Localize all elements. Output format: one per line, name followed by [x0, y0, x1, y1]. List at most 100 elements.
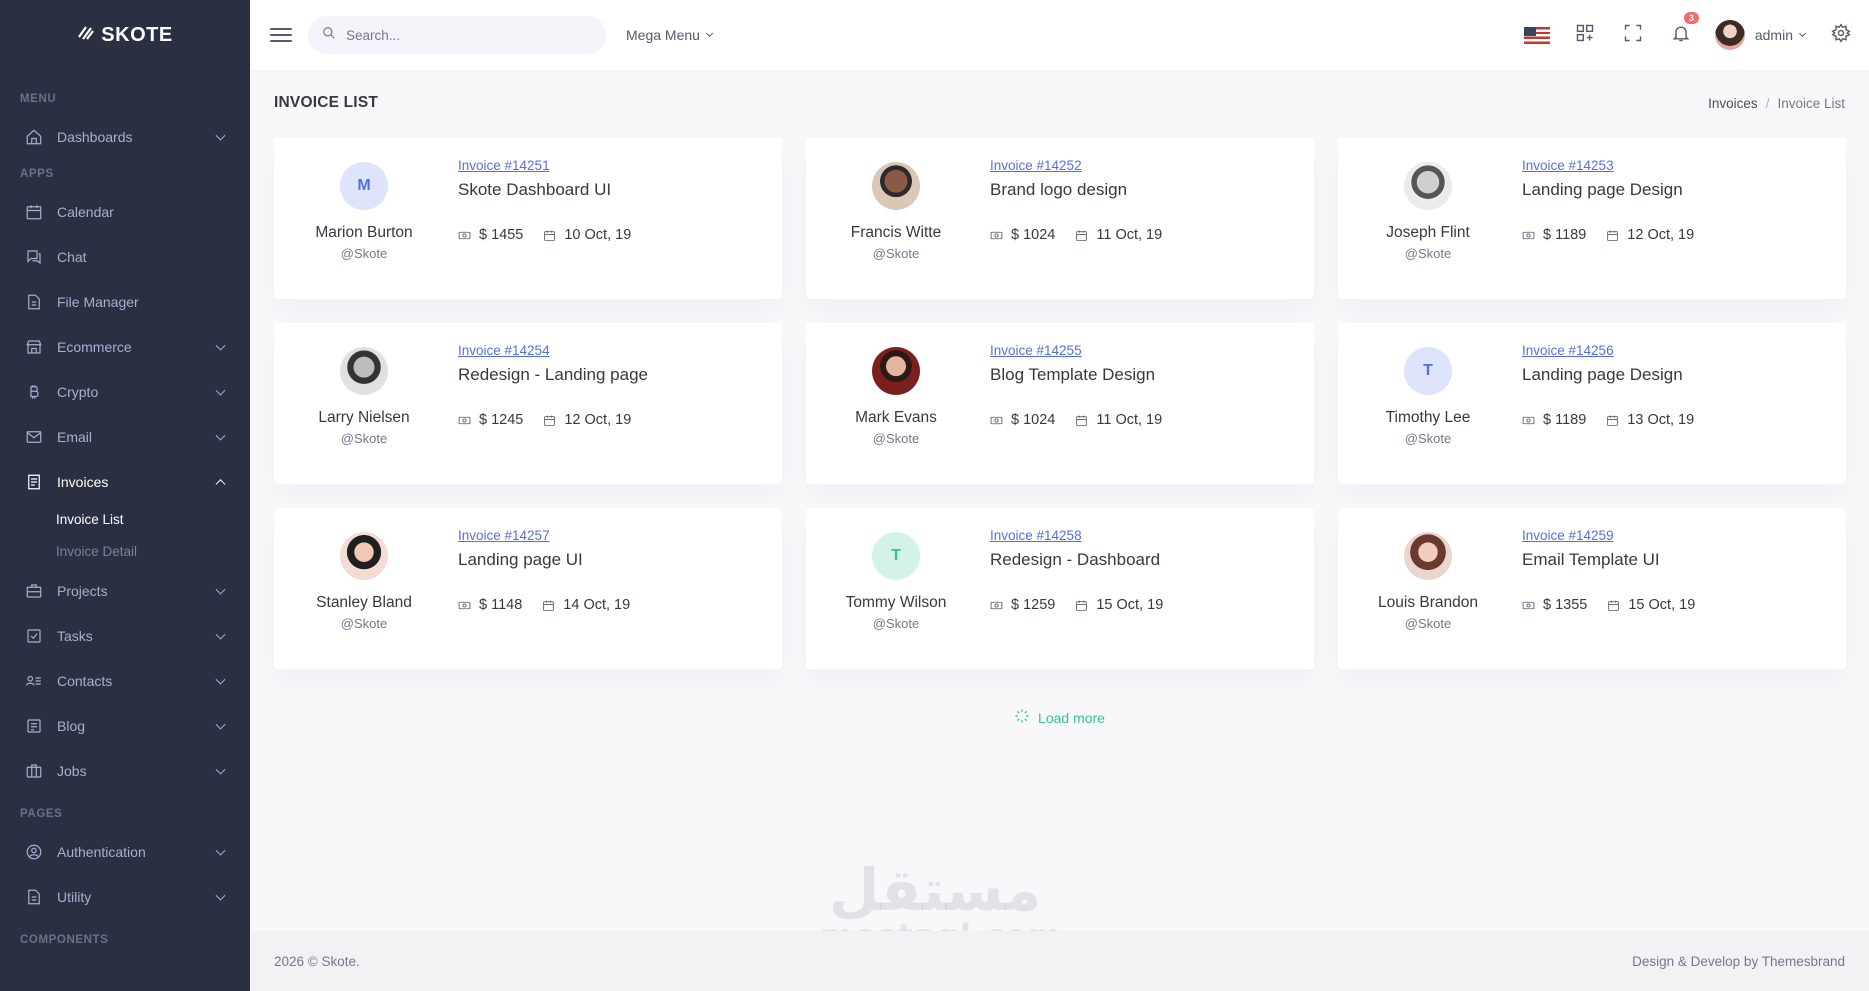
file-text-icon — [25, 888, 43, 906]
invoice-title: Blog Template Design — [990, 365, 1156, 384]
invoice-title: Landing page Design — [1522, 180, 1683, 199]
invoice-date: 12 Oct, 19 — [1627, 227, 1695, 243]
invoice-title: Email Template UI — [1522, 550, 1660, 569]
chevron-down-icon — [215, 845, 226, 856]
sidebar-item-invoices[interactable]: Invoices — [0, 459, 250, 504]
user-dropdown[interactable]: admin — [1705, 0, 1819, 70]
breadcrumb-invoices[interactable]: Invoices — [1708, 96, 1758, 111]
invoice-amount: $ 1189 — [1543, 227, 1587, 243]
client-name: Mark Evans — [855, 409, 937, 426]
sidebar-subitem-invoice-list[interactable]: Invoice List — [0, 504, 250, 536]
sidebar-item-jobs[interactable]: Jobs — [0, 748, 250, 793]
invoice-amount: $ 1189 — [1543, 412, 1587, 428]
blog-icon — [25, 717, 43, 735]
invoice-link[interactable]: Invoice #14257 — [458, 528, 650, 543]
invoice-card: Mark Evans @Skote Invoice #14255 Blog Te… — [806, 323, 1314, 484]
client-handle: @Skote — [872, 616, 920, 631]
language-button[interactable] — [1513, 0, 1561, 70]
invoice-amount: $ 1245 — [479, 412, 524, 428]
sidebar-item-utility[interactable]: Utility — [0, 874, 250, 919]
invoice-card: T Tommy Wilson @Skote Invoice #14258 Red… — [806, 508, 1314, 669]
invoice-date: 13 Oct, 19 — [1627, 412, 1695, 428]
sidebar-item-projects[interactable]: Projects — [0, 568, 250, 613]
sidebar-item-label: File Manager — [57, 293, 139, 310]
sidebar-item-ecommerce[interactable]: Ecommerce — [0, 324, 250, 369]
money-icon — [1522, 229, 1535, 242]
invoice-link[interactable]: Invoice #14259 — [1522, 528, 1715, 543]
sidebar-item-label: Email — [57, 428, 93, 445]
chevron-down-icon — [215, 430, 226, 441]
invoice-amount: $ 1355 — [1543, 597, 1588, 613]
sidebar: SKOTE MENU Dashboards APPS Calendar Chat… — [0, 0, 250, 991]
invoice-link[interactable]: Invoice #14252 — [990, 158, 1182, 173]
sidebar-item-label: Dashboards — [57, 128, 133, 145]
chevron-down-icon — [705, 29, 713, 38]
invoice-link[interactable]: Invoice #14255 — [990, 343, 1182, 358]
calendar-icon — [1606, 229, 1619, 242]
sidebar-item-blog[interactable]: Blog — [0, 703, 250, 748]
invoice-link[interactable]: Invoice #14251 — [458, 158, 651, 173]
calendar-icon — [1606, 414, 1619, 427]
invoice-amount: $ 1024 — [1011, 412, 1056, 428]
invoice-card: T Timothy Lee @Skote Invoice #14256 Land… — [1338, 323, 1846, 484]
bell-icon — [1671, 23, 1691, 48]
money-icon — [990, 599, 1003, 612]
invoice-title: Brand logo design — [990, 180, 1128, 199]
notification-badge: 3 — [1683, 12, 1699, 24]
avatar — [340, 532, 388, 580]
search-input[interactable] — [346, 27, 586, 43]
calendar-icon — [542, 599, 555, 612]
invoice-date: 15 Oct, 19 — [1096, 597, 1164, 613]
sidebar-subitem-invoice-detail[interactable]: Invoice Detail — [0, 536, 250, 568]
sidebar-item-authentication[interactable]: Authentication — [0, 829, 250, 874]
invoice-card: Stanley Bland @Skote Invoice #14257 Land… — [274, 508, 782, 669]
sidebar-item-label: Invoices — [57, 473, 109, 490]
invoice-amount: $ 1455 — [479, 227, 524, 243]
sidebar-item-chat[interactable]: Chat — [0, 234, 250, 279]
sidebar-item-file-manager[interactable]: File Manager — [0, 279, 250, 324]
mega-menu-button[interactable]: Mega Menu — [626, 27, 713, 43]
invoice-link[interactable]: Invoice #14256 — [1522, 343, 1714, 358]
mail-icon — [25, 428, 43, 446]
calendar-icon — [25, 203, 43, 221]
notifications-button[interactable]: 3 — [1657, 0, 1705, 70]
menu-toggle-icon[interactable] — [270, 24, 292, 46]
invoice-link[interactable]: Invoice #14253 — [1522, 158, 1714, 173]
sidebar-item-tasks[interactable]: Tasks — [0, 613, 250, 658]
spinner-icon — [1014, 708, 1038, 727]
invoice-link[interactable]: Invoice #14258 — [990, 528, 1183, 543]
sidebar-item-calendar[interactable]: Calendar — [0, 189, 250, 234]
username: admin — [1754, 27, 1793, 43]
calendar-icon — [543, 414, 556, 427]
invoice-link[interactable]: Invoice #14254 — [458, 343, 651, 358]
sidebar-item-dashboards[interactable]: Dashboards — [0, 114, 250, 159]
sidebar-item-email[interactable]: Email — [0, 414, 250, 459]
load-more-button[interactable]: Load more — [250, 708, 1869, 727]
calendar-icon — [1075, 599, 1088, 612]
fullscreen-button[interactable] — [1609, 0, 1657, 70]
chevron-down-icon — [215, 674, 226, 685]
breadcrumb-invoice-list: Invoice List — [1777, 96, 1845, 111]
client-handle: @Skote — [872, 246, 920, 261]
invoice-date: 14 Oct, 19 — [563, 597, 631, 613]
briefcase-icon — [25, 582, 43, 600]
avatar — [1714, 20, 1745, 50]
invoice-title: Redesign - Landing page — [458, 365, 648, 384]
client-handle: @Skote — [340, 616, 388, 631]
brand-logo[interactable]: SKOTE — [0, 0, 250, 70]
footer: 2026 © Skote. Design & Develop by Themes… — [250, 931, 1869, 991]
sidebar-item-label: Ecommerce — [57, 338, 132, 355]
calendar-icon — [1607, 599, 1620, 612]
sidebar-item-contacts[interactable]: Contacts — [0, 658, 250, 703]
chevron-down-icon — [215, 629, 226, 640]
search-icon — [322, 26, 336, 45]
sidebar-item-crypto[interactable]: Crypto — [0, 369, 250, 414]
brand-name: SKOTE — [101, 23, 173, 46]
settings-button[interactable] — [1819, 0, 1863, 70]
home-icon — [25, 128, 43, 146]
apps-button[interactable] — [1561, 0, 1609, 70]
client-handle: @Skote — [340, 431, 388, 446]
client-handle: @Skote — [1404, 246, 1452, 261]
sidebar-item-label: Crypto — [57, 383, 99, 400]
invoice-card: Joseph Flint @Skote Invoice #14253 Landi… — [1338, 138, 1846, 299]
